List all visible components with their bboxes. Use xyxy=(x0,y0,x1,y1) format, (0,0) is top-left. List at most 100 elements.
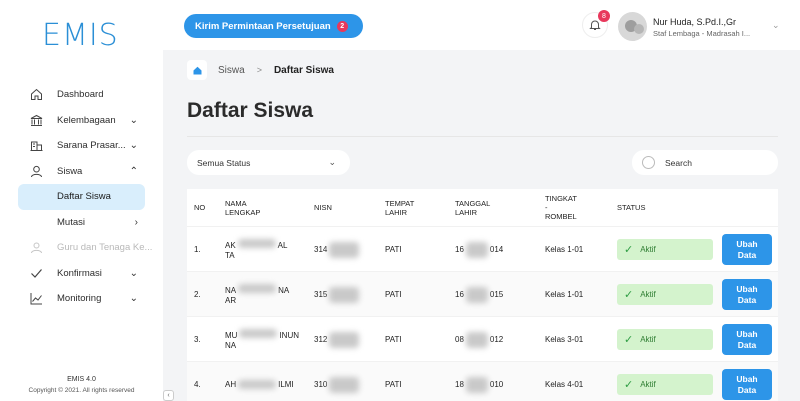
chevron-down-icon: ⌄ xyxy=(129,267,138,279)
user-name[interactable]: Nur Huda, S.Pd.I.,Gr xyxy=(653,17,736,27)
check-icon xyxy=(29,266,43,280)
search-input[interactable] xyxy=(665,157,765,168)
sidebar-item-label: Guru dan Tenaga Ke... xyxy=(57,242,153,254)
sidebar-item-label: Siswa xyxy=(57,165,83,177)
avatar[interactable] xyxy=(618,12,647,41)
edit-data-button[interactable]: Ubah Data xyxy=(722,279,772,310)
home-icon xyxy=(29,88,43,102)
search-box[interactable] xyxy=(632,150,778,175)
building-icon xyxy=(29,139,43,153)
cell-name: AH ILMI xyxy=(225,362,294,401)
chart-icon xyxy=(29,292,43,306)
chevron-down-icon: ⌄ xyxy=(129,114,138,126)
date-prefix: 08 xyxy=(455,335,464,344)
chevron-down-icon: ⌄ xyxy=(328,157,336,167)
sidebar-item-daftar-siswa[interactable]: Daftar Siswa xyxy=(18,184,145,210)
redacted-date xyxy=(465,376,488,393)
redacted-name xyxy=(239,328,278,338)
sidebar-item-konfirmasi[interactable]: Konfirmasi ⌄ xyxy=(0,261,163,287)
nisn-prefix: 315 xyxy=(314,290,328,299)
cell-birthplace: PATI xyxy=(385,380,402,389)
cell-no: 1. xyxy=(194,245,201,254)
name-line2: TA xyxy=(225,250,235,260)
sidebar-item-siswa[interactable]: Siswa ⌃ xyxy=(0,159,163,185)
home-icon[interactable] xyxy=(187,60,207,80)
check-icon: ✓ xyxy=(624,379,634,391)
date-suffix: 010 xyxy=(489,380,504,389)
teacher-icon xyxy=(29,241,43,255)
emis-logo[interactable]: EMIS xyxy=(42,18,119,53)
cell-grade: Kelas 3-01 xyxy=(545,335,584,344)
search-icon xyxy=(642,156,655,169)
sidebar-item-label: Daftar Siswa xyxy=(57,191,111,203)
student-table: NO NAMA LENGKAP NISN TEMPAT LAHIR TANGGA… xyxy=(187,189,778,401)
name-prefix: AK xyxy=(225,240,236,250)
breadcrumb: Siswa > Daftar Siswa xyxy=(187,60,334,80)
status-label: Aktif xyxy=(640,245,656,254)
nisn-prefix: 314 xyxy=(314,245,328,254)
sidebar-item-mutasi[interactable]: Mutasi › xyxy=(0,210,163,236)
sidebar-item-guru-tenaga[interactable]: Guru dan Tenaga Ke... xyxy=(0,235,163,261)
date-prefix: 16 xyxy=(455,290,464,299)
check-icon: ✓ xyxy=(624,289,634,301)
bell-icon xyxy=(589,20,601,30)
check-icon: ✓ xyxy=(624,244,634,256)
date-suffix: 014 xyxy=(489,245,504,254)
edit-data-button[interactable]: Ubah Data xyxy=(722,324,772,355)
sidebar-item-dashboard[interactable]: Dashboard xyxy=(0,82,163,108)
divider xyxy=(187,136,778,137)
request-approval-button[interactable]: Kirim Permintaan Persetujuan 2 xyxy=(184,14,363,38)
sidebar-item-kelembagaan[interactable]: Kelembagaan ⌄ xyxy=(0,108,163,134)
status-label: Aktif xyxy=(640,290,656,299)
name-prefix: NA xyxy=(225,285,237,295)
copyright: Copyright © 2021. All rights reserved xyxy=(28,387,135,394)
breadcrumb-current: Daftar Siswa xyxy=(273,64,334,76)
collapse-sidebar-icon[interactable]: ‹ xyxy=(163,390,174,401)
edit-data-button[interactable]: Ubah Data xyxy=(722,234,772,265)
cell-nisn: 310 xyxy=(314,362,360,401)
nisn-prefix: 312 xyxy=(314,335,328,344)
chevron-down-icon: ⌄ xyxy=(129,293,138,305)
redacted-nisn xyxy=(329,286,360,303)
name-prefix: MU xyxy=(225,330,238,340)
sidebar-item-label: Mutasi xyxy=(57,216,85,228)
date-suffix: 012 xyxy=(489,335,504,344)
cell-no: 3. xyxy=(194,335,201,344)
user-icon xyxy=(29,164,43,178)
breadcrumb-siswa[interactable]: Siswa xyxy=(218,65,245,76)
status-filter-select[interactable]: Semua Status ⌄ xyxy=(187,150,350,175)
cell-grade: Kelas 1-01 xyxy=(545,290,584,299)
institution-icon xyxy=(29,113,43,127)
user-role: Staf Lembaga - Madrasah I... xyxy=(653,29,751,38)
topbar: Kirim Permintaan Persetujuan 2 8 Nur Hud… xyxy=(163,0,800,50)
cell-grade: Kelas 4-01 xyxy=(545,380,584,389)
status-label: Aktif xyxy=(640,335,656,344)
edit-data-button[interactable]: Ubah Data xyxy=(722,369,772,400)
header-nisn: NISN xyxy=(314,203,332,212)
sidebar-item-sarana-prasarana[interactable]: Sarana Prasar... ⌄ xyxy=(0,133,163,159)
header-name: NAMA LENGKAP xyxy=(225,198,261,217)
chevron-down-icon[interactable]: ⌄ xyxy=(772,20,780,31)
nisn-prefix: 310 xyxy=(314,380,328,389)
table-header: NO NAMA LENGKAP NISN TEMPAT LAHIR TANGGA… xyxy=(187,189,778,226)
sidebar-item-monitoring[interactable]: Monitoring ⌄ xyxy=(0,286,163,312)
date-prefix: 16 xyxy=(455,245,464,254)
cell-no: 2. xyxy=(194,290,201,299)
sidebar-nav: Dashboard Kelembagaan ⌄ Sarana Prasar...… xyxy=(0,82,163,312)
request-approval-label: Kirim Permintaan Persetujuan xyxy=(195,20,331,32)
redacted-nisn xyxy=(329,376,360,393)
sidebar-item-label: Konfirmasi xyxy=(57,267,102,279)
notification-button[interactable]: 8 xyxy=(582,10,610,38)
cell-name: NA NA AR xyxy=(225,272,289,317)
header-grade: TINGKAT - ROMBEL xyxy=(545,194,577,221)
name-line2: NA xyxy=(225,340,237,350)
status-label: Aktif xyxy=(640,380,656,389)
table-row: 4. AH ILMI 310 PATI 18 010 Kelas 4-01 ✓ Akt… xyxy=(187,361,778,401)
cell-birthdate: 16 015 xyxy=(455,272,503,317)
redacted-name xyxy=(237,238,276,248)
redacted-date xyxy=(465,331,488,348)
cell-birthdate: 08 012 xyxy=(455,317,503,362)
chevron-down-icon: ⌄ xyxy=(129,140,138,152)
redacted-nisn xyxy=(329,331,360,348)
header-birthdate: TANGGAL LAHIR xyxy=(455,198,491,217)
